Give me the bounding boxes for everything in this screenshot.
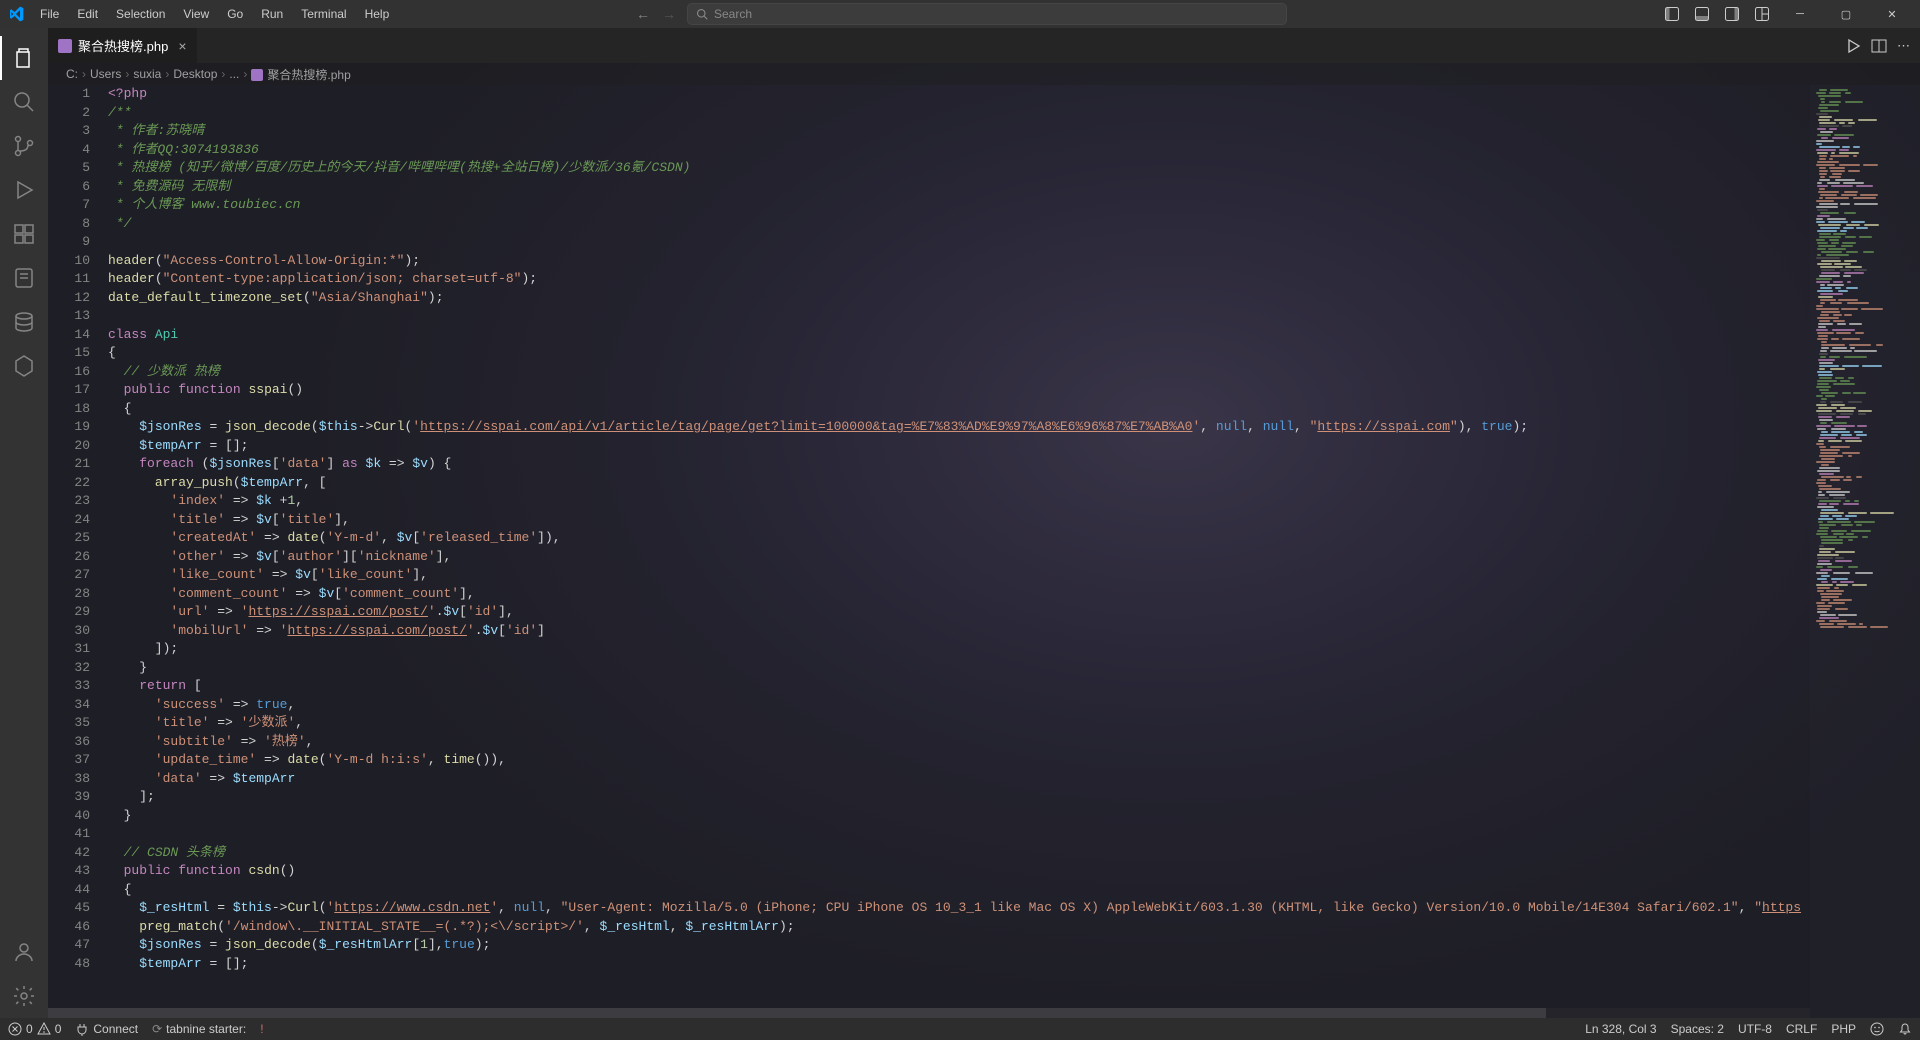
breadcrumb-seg[interactable]: C: (66, 67, 78, 81)
status-feedback-icon[interactable] (1870, 1022, 1884, 1036)
breadcrumb-seg[interactable]: suxia (133, 67, 161, 81)
search-placeholder: Search (714, 7, 752, 21)
menu-selection[interactable]: Selection (108, 3, 173, 25)
menu-file[interactable]: File (32, 3, 67, 25)
status-connect[interactable]: Connect (75, 1022, 138, 1036)
nav-forward-icon[interactable]: → (659, 6, 679, 22)
menu-go[interactable]: Go (219, 3, 251, 25)
window-close-icon[interactable]: ✕ (1872, 3, 1912, 25)
project-icon[interactable] (0, 256, 48, 300)
search-icon (696, 8, 708, 20)
layout-sidebar-right-icon[interactable] (1720, 3, 1744, 25)
error-icon (8, 1022, 22, 1036)
php-file-icon (58, 39, 72, 53)
status-lang[interactable]: PHP (1831, 1022, 1856, 1036)
status-bar: 0 0 Connect ⟳ tabnine starter: ! Ln 328,… (0, 1018, 1920, 1040)
menu-edit[interactable]: Edit (69, 3, 106, 25)
menu-view[interactable]: View (175, 3, 217, 25)
status-eol[interactable]: CRLF (1786, 1022, 1817, 1036)
source-control-icon[interactable] (0, 124, 48, 168)
minimap[interactable] (1810, 85, 1920, 1018)
status-tabnine[interactable]: ⟳ tabnine starter: ! (152, 1022, 263, 1036)
tab-close-icon[interactable]: × (178, 38, 186, 54)
tab-filename: 聚合热搜榜.php (78, 36, 168, 55)
split-editor-icon[interactable] (1871, 38, 1887, 54)
run-debug-icon[interactable] (0, 168, 48, 212)
status-ln-col[interactable]: Ln 328, Col 3 (1585, 1022, 1656, 1036)
menu-help[interactable]: Help (357, 3, 398, 25)
customize-layout-icon[interactable] (1750, 3, 1774, 25)
search-icon[interactable] (0, 80, 48, 124)
titlebar: FileEditSelectionViewGoRunTerminalHelp ←… (0, 0, 1920, 28)
settings-gear-icon[interactable] (0, 974, 48, 1018)
layout-sidebar-left-icon[interactable] (1660, 3, 1684, 25)
database-icon[interactable] (0, 300, 48, 344)
account-icon[interactable] (0, 930, 48, 974)
nav-back-icon[interactable]: ← (633, 6, 653, 22)
activity-bar (0, 28, 48, 1018)
code-editor[interactable]: 1234567891011121314151617181920212223242… (48, 85, 1920, 1018)
menu-terminal[interactable]: Terminal (293, 3, 354, 25)
vscode-logo-icon (8, 6, 24, 22)
line-gutter: 1234567891011121314151617181920212223242… (48, 85, 108, 1018)
more-actions-icon[interactable]: ⋯ (1897, 38, 1910, 54)
tab-bar: 聚合热搜榜.php × ⋯ (48, 28, 1920, 63)
code-content[interactable]: <?php/** * 作者:苏晓晴 * 作者QQ:3074193836 * 热搜… (108, 85, 1810, 1018)
status-encoding[interactable]: UTF-8 (1738, 1022, 1772, 1036)
window-maximize-icon[interactable]: ▢ (1826, 3, 1866, 25)
plug-icon (75, 1022, 89, 1036)
breadcrumb-seg[interactable]: Desktop (173, 67, 217, 81)
menu-run[interactable]: Run (253, 3, 291, 25)
breadcrumb-seg[interactable]: ... (229, 67, 239, 81)
status-problems[interactable]: 0 0 (8, 1022, 61, 1036)
extensions-icon[interactable] (0, 212, 48, 256)
horizontal-scrollbar[interactable] (48, 1008, 1810, 1018)
hexagon-icon[interactable] (0, 344, 48, 388)
explorer-icon[interactable] (0, 36, 48, 80)
status-bell-icon[interactable] (1898, 1022, 1912, 1036)
command-center-search[interactable]: Search (687, 3, 1287, 25)
main-menu: FileEditSelectionViewGoRunTerminalHelp (32, 3, 397, 25)
status-spaces[interactable]: Spaces: 2 (1671, 1022, 1724, 1036)
run-icon[interactable] (1845, 38, 1861, 54)
tab-file[interactable]: 聚合热搜榜.php × (48, 28, 198, 63)
layout-panel-icon[interactable] (1690, 3, 1714, 25)
breadcrumb-seg[interactable]: 聚合热搜榜.php (251, 66, 350, 83)
breadcrumb[interactable]: C:›Users›suxia›Desktop›...›聚合热搜榜.php (48, 63, 1920, 85)
breadcrumb-seg[interactable]: Users (90, 67, 121, 81)
window-minimize-icon[interactable]: ─ (1780, 3, 1820, 25)
warning-icon (37, 1022, 51, 1036)
